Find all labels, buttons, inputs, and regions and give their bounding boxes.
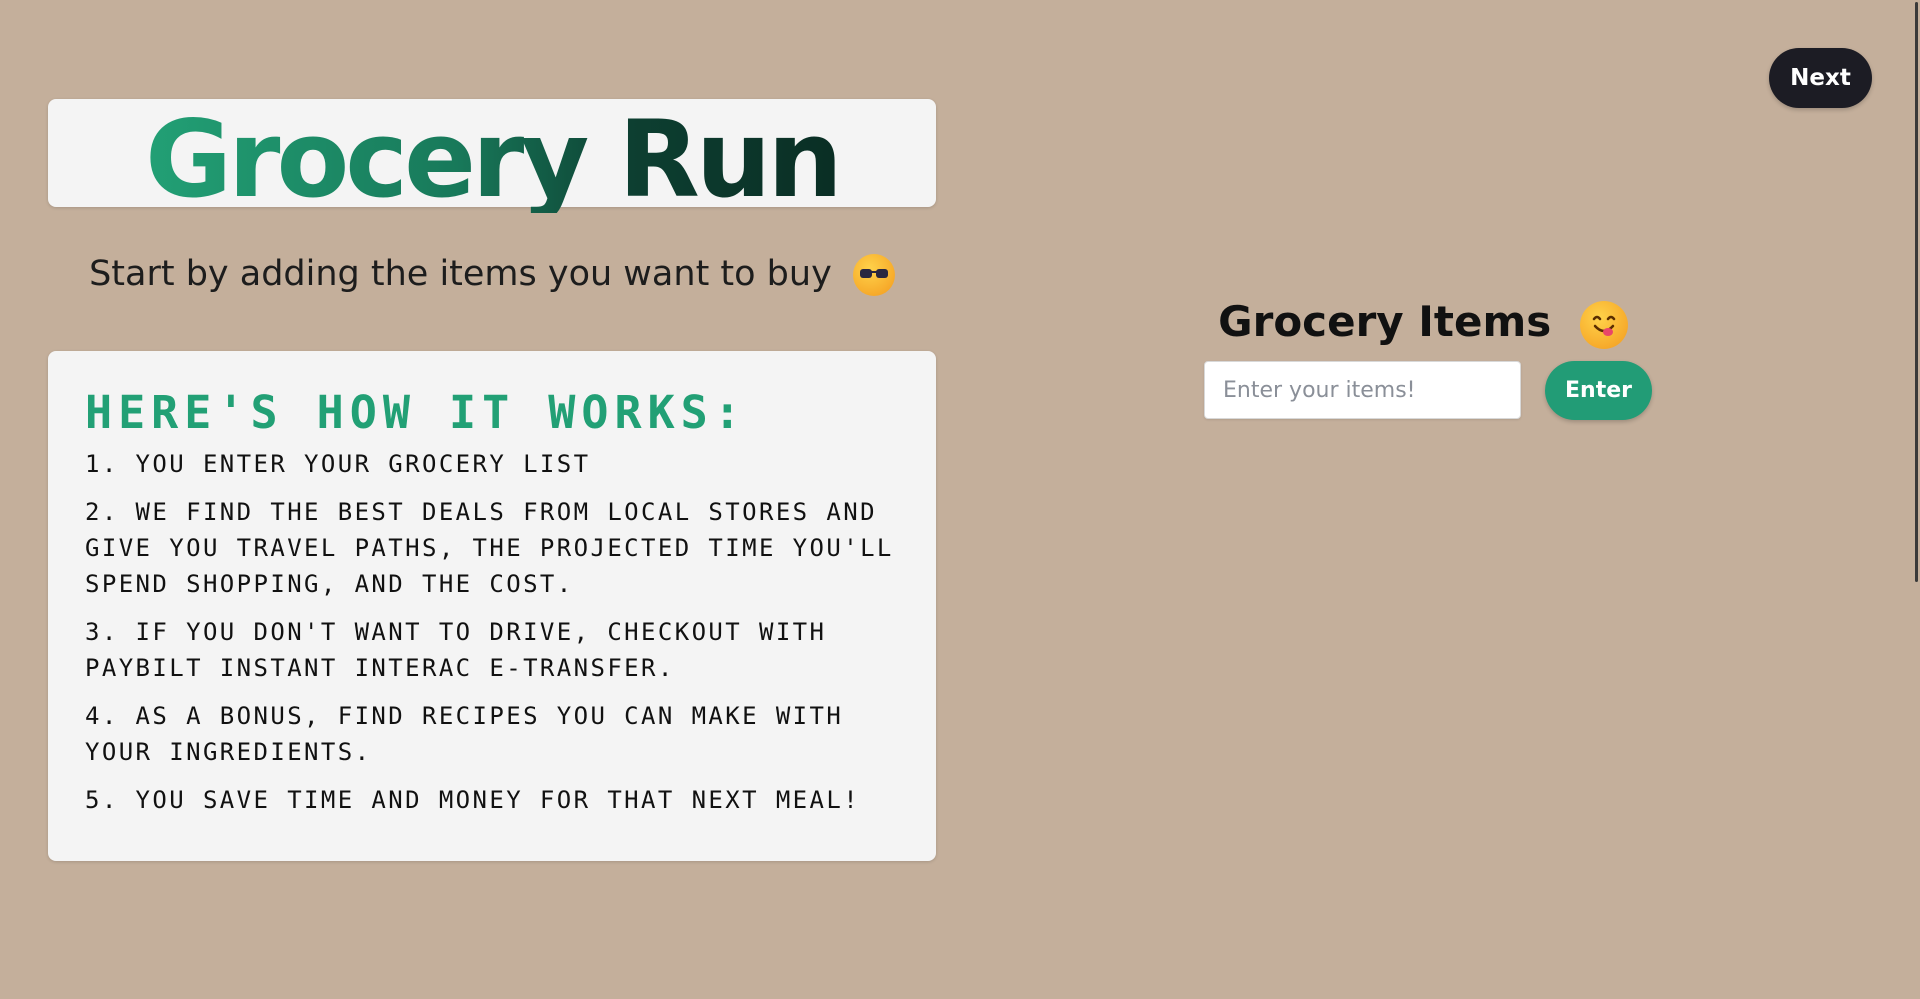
page-subtitle: Start by adding the items you want to bu… — [48, 254, 936, 296]
title-card: Grocery Run — [48, 99, 936, 213]
subtitle-text: Start by adding the items you want to bu… — [89, 254, 832, 294]
step-item: 4. As a bonus, find recipes you can make… — [85, 702, 844, 767]
next-button[interactable]: Next — [1769, 48, 1872, 108]
page-title: Grocery Run — [145, 98, 843, 221]
step-item: 3. If you don't want to drive, checkout … — [85, 618, 827, 683]
step-item: 1. You enter your grocery list — [85, 450, 591, 479]
scrollbar-thumb[interactable] — [1915, 2, 1918, 582]
how-it-works-steps: 1. You enter your grocery list 2. We fin… — [85, 446, 900, 818]
step-item: 5. You save time and money for that next… — [85, 786, 861, 815]
enter-button[interactable]: Enter — [1545, 361, 1652, 420]
how-it-works-card: Here's how it works: 1. You enter your g… — [48, 351, 936, 861]
sunglasses-face-icon — [852, 254, 895, 296]
grocery-items-heading: Grocery Items — [1203, 297, 1643, 349]
step-item: 2. We find the best deals from local sto… — [85, 498, 894, 599]
yum-face-icon — [1579, 300, 1628, 349]
how-it-works-heading: Here's how it works: — [85, 386, 747, 439]
grocery-items-heading-text: Grocery Items — [1218, 297, 1552, 346]
grocery-item-input[interactable] — [1204, 361, 1521, 419]
page-scrollbar[interactable] — [1914, 0, 1920, 999]
